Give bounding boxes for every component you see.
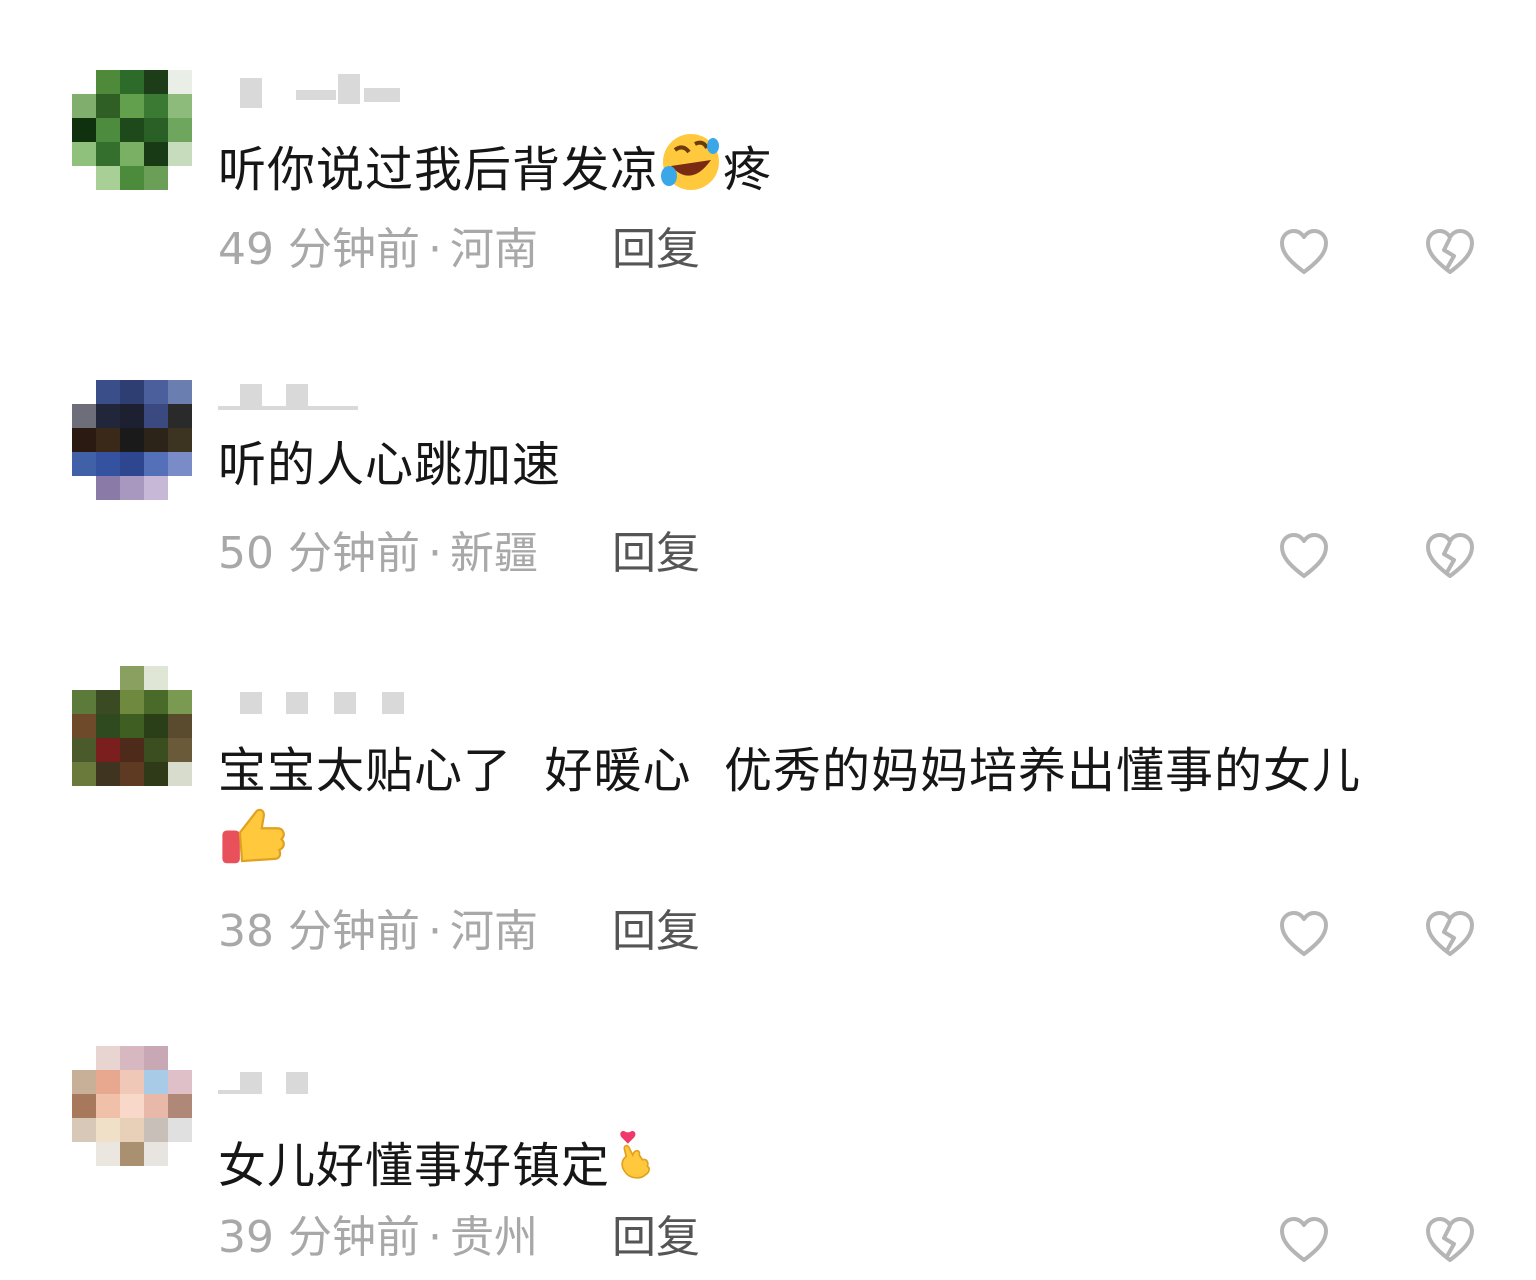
comment-time: 50 分钟前 [218,528,420,579]
comment-location: 贵州 [449,1212,538,1263]
heart-outline-icon[interactable] [1278,226,1330,278]
comment-time: 49 分钟前 [218,224,420,275]
comment-location: 新疆 [449,528,538,579]
rolling-on-floor-laughing-emoji [661,134,720,190]
meta-separator: · [427,1212,442,1263]
comment-text-body: 女儿好懂事好镇定 [218,1138,611,1194]
broken-heart-outline-icon[interactable] [1424,908,1476,960]
avatar[interactable] [58,380,194,510]
broken-heart-outline-icon[interactable] [1424,226,1476,278]
comment-text-tail: 疼 [723,142,773,198]
avatar[interactable] [58,666,194,796]
comment-meta: 49 分钟前 · 河南 [218,220,538,280]
comment-meta: 50 分钟前 · 新疆 [218,524,538,584]
reply-button[interactable]: 回复 [612,524,700,584]
comment-text: 听你说过我后背发凉 疼 [218,130,1478,201]
finger-heart-emoji [620,1130,650,1179]
comment-location: 河南 [449,224,538,275]
meta-separator: · [427,528,442,579]
meta-separator: · [427,224,442,275]
comment-text-body: 宝宝太贴心了 好暖心 优秀的妈妈培养出懂事的女儿 [218,743,1362,799]
heart-outline-icon[interactable] [1278,1214,1330,1266]
reply-button[interactable]: 回复 [612,1208,700,1268]
avatar[interactable] [58,1046,194,1176]
comment-text-body: 听你说过我后背发凉 [218,142,660,198]
thumbs-up-emoji [222,808,285,864]
comment-meta: 39 分钟前 · 贵州 [218,1208,538,1268]
broken-heart-outline-icon[interactable] [1424,1214,1476,1266]
avatar[interactable] [58,70,194,200]
heart-outline-icon[interactable] [1278,908,1330,960]
comment-time: 39 分钟前 [218,1212,420,1263]
reply-button[interactable]: 回复 [612,220,700,280]
comment-meta: 38 分钟前 · 河南 [218,902,538,962]
meta-separator: · [427,906,442,957]
comment-text: 女儿好懂事好镇定 [218,1120,1478,1197]
comment-time: 38 分钟前 [218,906,420,957]
comment-text: 听的人心跳加速 [218,434,1478,496]
broken-heart-outline-icon[interactable] [1424,530,1476,582]
comment-text-body: 听的人心跳加速 [218,437,562,493]
reply-button[interactable]: 回复 [612,902,700,962]
heart-outline-icon[interactable] [1278,530,1330,582]
comment-location: 河南 [449,906,538,957]
comment-text: 宝宝太贴心了 好暖心 优秀的妈妈培养出懂事的女儿 [218,740,1478,879]
